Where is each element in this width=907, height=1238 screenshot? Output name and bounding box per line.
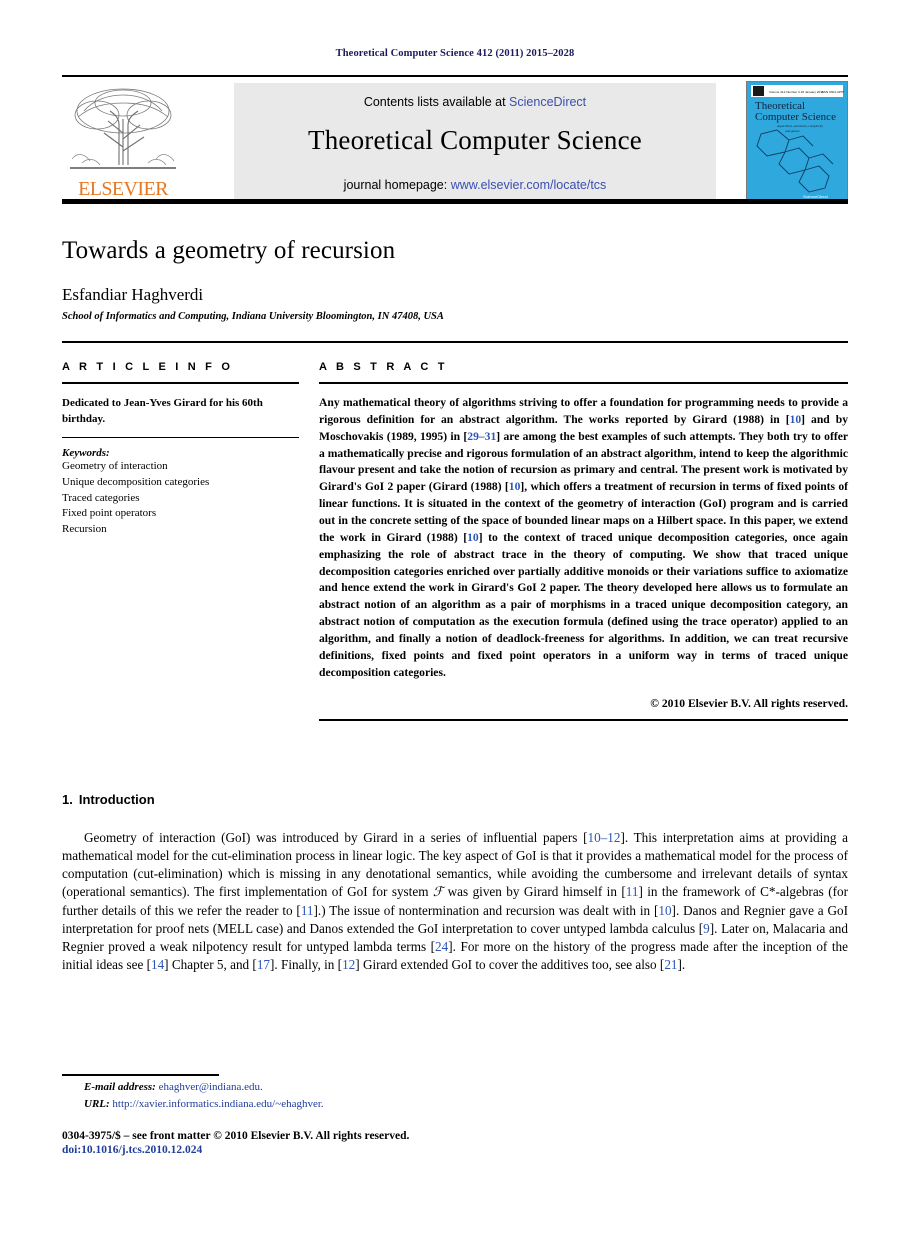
citation-link[interactable]: 12: [342, 957, 355, 972]
section-heading: 1. Introduction: [62, 792, 848, 807]
abstract-column: A B S T R A C T Any mathematical theory …: [319, 361, 848, 721]
introduction-paragraph: Geometry of interaction (GoI) was introd…: [62, 829, 848, 974]
citation-link[interactable]: 14: [151, 957, 164, 972]
svg-text:and games: and games: [785, 129, 800, 133]
citation-link[interactable]: 10: [509, 480, 521, 493]
list-item: Fixed point operators: [62, 507, 157, 520]
citation-link[interactable]: 11: [301, 903, 314, 918]
par-part: ]. Finally, in [: [270, 956, 343, 972]
svg-text:Volume 412 Number 3 18 January: Volume 412 Number 3 18 January 2011: [769, 90, 824, 94]
email-line: E-mail address: ehaghver@indiana.edu.: [62, 1081, 848, 1093]
keywords-divider: [62, 437, 299, 439]
paper-page: Theoretical Computer Science 412 (2011) …: [0, 0, 907, 1238]
abstract-part: Any mathematical theory of algorithms st…: [319, 396, 848, 426]
par-part: Geometry of interaction (GoI) was introd…: [84, 830, 588, 845]
par-part: was given by Girard himself in [: [443, 884, 626, 900]
author-affiliation: School of Informatics and Computing, Ind…: [62, 311, 444, 322]
citation-link[interactable]: 10: [658, 903, 671, 918]
page-footer: E-mail address: ehaghver@indiana.edu. UR…: [62, 1074, 848, 1156]
citation-link[interactable]: 11: [626, 884, 639, 899]
elsevier-wordmark: ELSEVIER: [78, 178, 168, 200]
citation-link[interactable]: 24: [435, 939, 448, 954]
info-abstract-columns: A R T I C L E I N F O Dedicated to Jean-…: [62, 361, 848, 761]
running-head: Theoretical Computer Science 412 (2011) …: [335, 48, 575, 59]
copyright-line: © 2010 Elsevier B.V. All rights reserved…: [650, 696, 848, 710]
svg-text:Computer Science: Computer Science: [755, 111, 836, 123]
section-number: 1.: [62, 792, 73, 807]
journal-homepage-line: journal homepage: www.elsevier.com/locat…: [234, 156, 716, 192]
title-bottom-rule: [62, 341, 848, 343]
homepage-prefix: journal homepage:: [343, 178, 451, 192]
article-info-column: A R T I C L E I N F O Dedicated to Jean-…: [62, 361, 299, 538]
email-link[interactable]: ehaghver@indiana.edu.: [159, 1081, 263, 1093]
dedication-text: Dedicated to Jean-Yves Girard for his 60…: [62, 397, 263, 425]
imprint-line: 0304-3975/$ – see front matter © 2010 El…: [62, 1130, 410, 1142]
citation-link[interactable]: 29–31: [467, 430, 496, 443]
par-part: ] Chapter 5, and [: [164, 956, 257, 972]
section-title: Introduction: [78, 792, 155, 807]
page-title: Towards a geometry of recursion: [62, 237, 396, 264]
email-label: E-mail address:: [84, 1081, 156, 1093]
par-part: ].) The issue of nontermination and recu…: [313, 902, 659, 918]
svg-text:ISSN 0304-3975: ISSN 0304-3975: [821, 90, 844, 94]
article-info-label: A R T I C L E I N F O: [62, 361, 234, 373]
keywords-list: Geometry of interaction Unique decomposi…: [62, 459, 299, 538]
par-part: ].: [677, 956, 686, 972]
journal-cover-thumbnail: Volume 412 Number 3 18 January 2011 ISSN…: [746, 81, 848, 204]
masthead-inner: ELSEVIER Contents lists available at Sci…: [62, 79, 848, 204]
url-label: URL:: [84, 1098, 110, 1110]
journal-title: Theoretical Computer Science: [308, 125, 642, 155]
list-item: Geometry of interaction: [62, 460, 168, 473]
par-part: ] Girard extended GoI to cover the addit…: [355, 956, 665, 972]
contents-available-line: Contents lists available at ScienceDirec…: [234, 83, 716, 109]
citation-link[interactable]: 21: [664, 957, 677, 972]
list-item: Recursion: [62, 523, 107, 536]
footnote-rule: [62, 1074, 219, 1076]
citation-link[interactable]: 10–12: [587, 830, 620, 845]
homepage-url-link[interactable]: http://xavier.informatics.indiana.edu/~e…: [112, 1098, 323, 1110]
keywords-label: Keywords:: [62, 447, 110, 460]
list-item: Unique decomposition categories: [62, 475, 210, 488]
masthead-center: Contents lists available at ScienceDirec…: [234, 83, 716, 201]
journal-homepage-link[interactable]: www.elsevier.com/locate/tcs: [451, 178, 607, 192]
abstract-label: A B S T R A C T: [319, 361, 448, 373]
contents-prefix: Contents lists available at: [363, 95, 510, 109]
page-content: Theoretical Computer Science 412 (2011) …: [62, 0, 848, 987]
abstract-part: ] to the context of traced unique decomp…: [319, 530, 848, 679]
citation-link[interactable]: 10: [467, 531, 479, 544]
doi-link[interactable]: doi:10.1016/j.tcs.2010.12.024: [62, 1144, 848, 1156]
cover-art: Volume 412 Number 3 18 January 2011 ISSN…: [747, 82, 847, 203]
abstract-bottom-rule: [319, 718, 848, 721]
elsevier-logo: ELSEVIER: [64, 81, 182, 203]
article-info-rule: [62, 382, 299, 384]
list-item: Traced categories: [62, 491, 140, 504]
sciencedirect-link[interactable]: ScienceDirect: [509, 95, 586, 109]
abstract-rule: [319, 382, 848, 384]
citation-link[interactable]: 10: [790, 413, 802, 426]
title-block: Towards a geometry of recursion Esfandia…: [62, 204, 848, 343]
url-line: URL: http://xavier.informatics.indiana.e…: [62, 1098, 848, 1110]
masthead-bottom-rule: [62, 199, 848, 204]
introduction-section: 1. Introduction Geometry of interaction (…: [62, 792, 848, 974]
citation-link[interactable]: 9: [703, 921, 710, 936]
citation-link[interactable]: 17: [257, 957, 270, 972]
journal-masthead: ELSEVIER Contents lists available at Sci…: [62, 75, 848, 204]
author-name: Esfandiar Haghverdi: [62, 285, 204, 304]
abstract-text: Any mathematical theory of algorithms st…: [319, 395, 848, 682]
system-f-symbol: ℱ: [432, 884, 444, 900]
elsevier-tree-icon: [70, 88, 176, 169]
masthead-top-rule: [62, 75, 848, 77]
